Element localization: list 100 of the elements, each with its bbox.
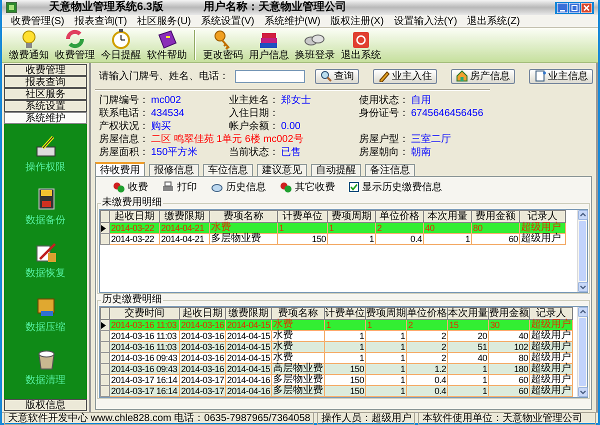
field-value: 自用 <box>411 94 431 108</box>
menu-item[interactable]: 系统设置(V) <box>196 14 260 28</box>
toolbar-button[interactable]: 换班登录 <box>292 29 338 62</box>
scrollbar[interactable] <box>577 210 587 292</box>
field-label: 使用状态： <box>359 94 409 108</box>
tab[interactable]: 备注信息 <box>365 164 415 176</box>
menu-item[interactable]: 报表查询(T) <box>69 14 132 28</box>
table-cell: 超级用户 <box>530 386 573 396</box>
toolbar-button[interactable]: 用户信息 <box>246 29 292 62</box>
toolbar-button[interactable]: 软件帮助 <box>144 29 190 62</box>
column-header: 单位价格 <box>376 210 424 222</box>
balls-icon <box>280 181 292 193</box>
window-title: 天意物业管理系统6.3版 <box>49 0 164 16</box>
toolbar-button[interactable]: 退出系统 <box>338 29 384 62</box>
app-icon <box>6 2 17 13</box>
sidebar-section[interactable]: 版权信息 <box>4 399 87 411</box>
checkbox[interactable] <box>349 182 359 192</box>
column-header: 本次用量 <box>448 308 489 320</box>
pencil-icon <box>378 70 390 82</box>
toolbar-button[interactable]: 收费管理 <box>52 29 98 62</box>
close-button[interactable] <box>581 2 592 12</box>
column-header: 费项周期 <box>366 308 407 320</box>
table-cell: 60 <box>472 234 520 244</box>
field-label: 业主姓名： <box>229 94 279 108</box>
field-value: 6745646456456 <box>411 107 484 121</box>
table-row[interactable]: 2014-03-22 2014-04-21 多层物业费 150 1 0.4 1 60 超级用户 <box>100 234 566 244</box>
field-value: 二区 鸣翠佳苑 1单元 6楼 mc002号 <box>151 132 304 146</box>
table-cell: 0.4 <box>376 234 424 244</box>
table-cell: 1 <box>424 234 472 244</box>
field-label: 帐户余额： <box>229 120 279 134</box>
toolbar-button[interactable]: 缴费通知 <box>6 29 52 62</box>
pen-screen-icon <box>34 134 56 157</box>
fee-action-button[interactable]: 打印 <box>162 180 197 194</box>
checkbox-label: 显示历史缴费信息 <box>362 180 442 194</box>
field-value: 434534 <box>151 107 184 121</box>
search-label: 请输入门牌号、姓名、电话： <box>99 70 229 84</box>
tab[interactable]: 待收费用 <box>95 162 145 176</box>
stopwatch-icon <box>109 29 133 50</box>
toolbar-button[interactable]: 今日提醒 <box>98 29 144 62</box>
tab[interactable]: 报修信息 <box>149 164 199 176</box>
menu-item[interactable]: 收费管理(S) <box>6 14 70 28</box>
status-text: 天意软件开发中心 www.chle828.com 电话：0635-7987965/7364058 <box>4 412 314 424</box>
sidebar-section[interactable]: 报表查询 <box>4 76 87 88</box>
sidebar-section[interactable]: 收费管理 <box>4 64 87 76</box>
sidebar-section[interactable]: 社区服务 <box>4 88 87 100</box>
fee-action-button[interactable]: 收费 <box>113 180 148 194</box>
menu-item[interactable]: 系统维护(W) <box>259 14 326 28</box>
menu-item[interactable]: 版权注册(X) <box>325 14 389 28</box>
table-cell: 2014-03-17 16:14 <box>110 386 180 396</box>
field-value: 150平方米 <box>151 146 198 160</box>
field-label: 联系电话： <box>99 106 149 120</box>
field-value: 朝南 <box>411 146 431 160</box>
table-row[interactable]: 2014-03-16 11:03 2014-03-16 2014-04-15 水费 1 1 2 20 40 超级用户 <box>100 330 573 342</box>
table-row[interactable]: 2014-03-16 11:03 2014-03-16 2014-04-15 水费 1 1 2 51 102 超级用户 <box>100 342 573 352</box>
table-cell: 150 <box>324 386 366 396</box>
field-value: 郑女士 <box>281 94 311 108</box>
scrollbar[interactable] <box>577 307 587 397</box>
field-label: 身份证号： <box>359 107 409 121</box>
field-label: 当前状态： <box>229 146 279 160</box>
scroll-down-icon <box>578 282 588 292</box>
table-cell: 2014-04-21 <box>160 234 210 244</box>
field-label: 房屋面积： <box>99 146 149 160</box>
action-button[interactable]: 房产信息 <box>451 68 515 84</box>
column-header: 缴费限期 <box>226 308 272 320</box>
action-button[interactable]: 业主入住 <box>373 68 437 84</box>
document-icon <box>534 70 546 82</box>
table-cell: 2014-03-17 <box>180 386 226 396</box>
column-header: 费用金额 <box>488 308 530 320</box>
search-field[interactable] <box>235 70 305 82</box>
column-header: 记录人 <box>530 308 573 320</box>
sidebar-section[interactable]: 系统维护 <box>4 112 87 124</box>
tab[interactable]: 建议意见 <box>257 164 307 176</box>
column-header: 费用金额 <box>472 210 520 222</box>
action-button[interactable]: 查询 <box>315 68 359 84</box>
table-cell: 多层物业费 <box>272 386 325 396</box>
table-cell: 150 <box>278 234 328 244</box>
action-button[interactable]: 业主信息 <box>529 68 593 84</box>
field-value: 购买 <box>151 120 171 134</box>
field-value: 三室二厅 <box>411 132 451 146</box>
table-row[interactable]: 2014-03-17 16:14 2014-03-17 2014-04-16 多层物业费 150 1 0.4 1 60 超级用户 <box>100 386 573 396</box>
scroll-thumb[interactable] <box>579 221 586 281</box>
menu-item[interactable]: 退出系统(Z) <box>462 14 525 28</box>
tab[interactable]: 车位信息 <box>203 164 253 176</box>
fee-action-button[interactable]: 历史信息 <box>211 180 266 194</box>
tab[interactable]: 自动提醒 <box>311 164 361 176</box>
menu-item[interactable]: 设置输入法(Y) <box>388 14 462 28</box>
field-label: 房屋信息： <box>99 132 149 146</box>
table-row[interactable]: 2014-03-17 16:14 2014-03-17 2014-04-16 多层物业费 150 1 0.4 1 60 超级用户 <box>100 374 573 386</box>
table-row[interactable]: 2014-03-16 09:43 2014-03-16 2014-04-15 高层物业费 150 1 1.2 1 180 超级用户 <box>100 364 573 374</box>
maximize-button[interactable] <box>569 2 580 12</box>
table-cell: 1 <box>328 234 376 244</box>
scroll-thumb[interactable] <box>579 318 586 386</box>
toolbar-button[interactable]: 更改密码 <box>200 29 246 62</box>
status-text: 操作人员：超级用户 <box>317 412 416 424</box>
menu-item[interactable]: 社区服务(U) <box>132 14 196 28</box>
table-row[interactable]: 2014-03-16 09:43 2014-03-16 2014-04-15 水费 1 1 2 40 80 超级用户 <box>100 352 573 364</box>
minimize-button[interactable] <box>557 2 568 12</box>
balls-icon <box>113 181 125 193</box>
sidebar-section[interactable]: 系统设置 <box>4 100 87 112</box>
fee-action-button[interactable]: 其它收费 <box>280 180 335 194</box>
